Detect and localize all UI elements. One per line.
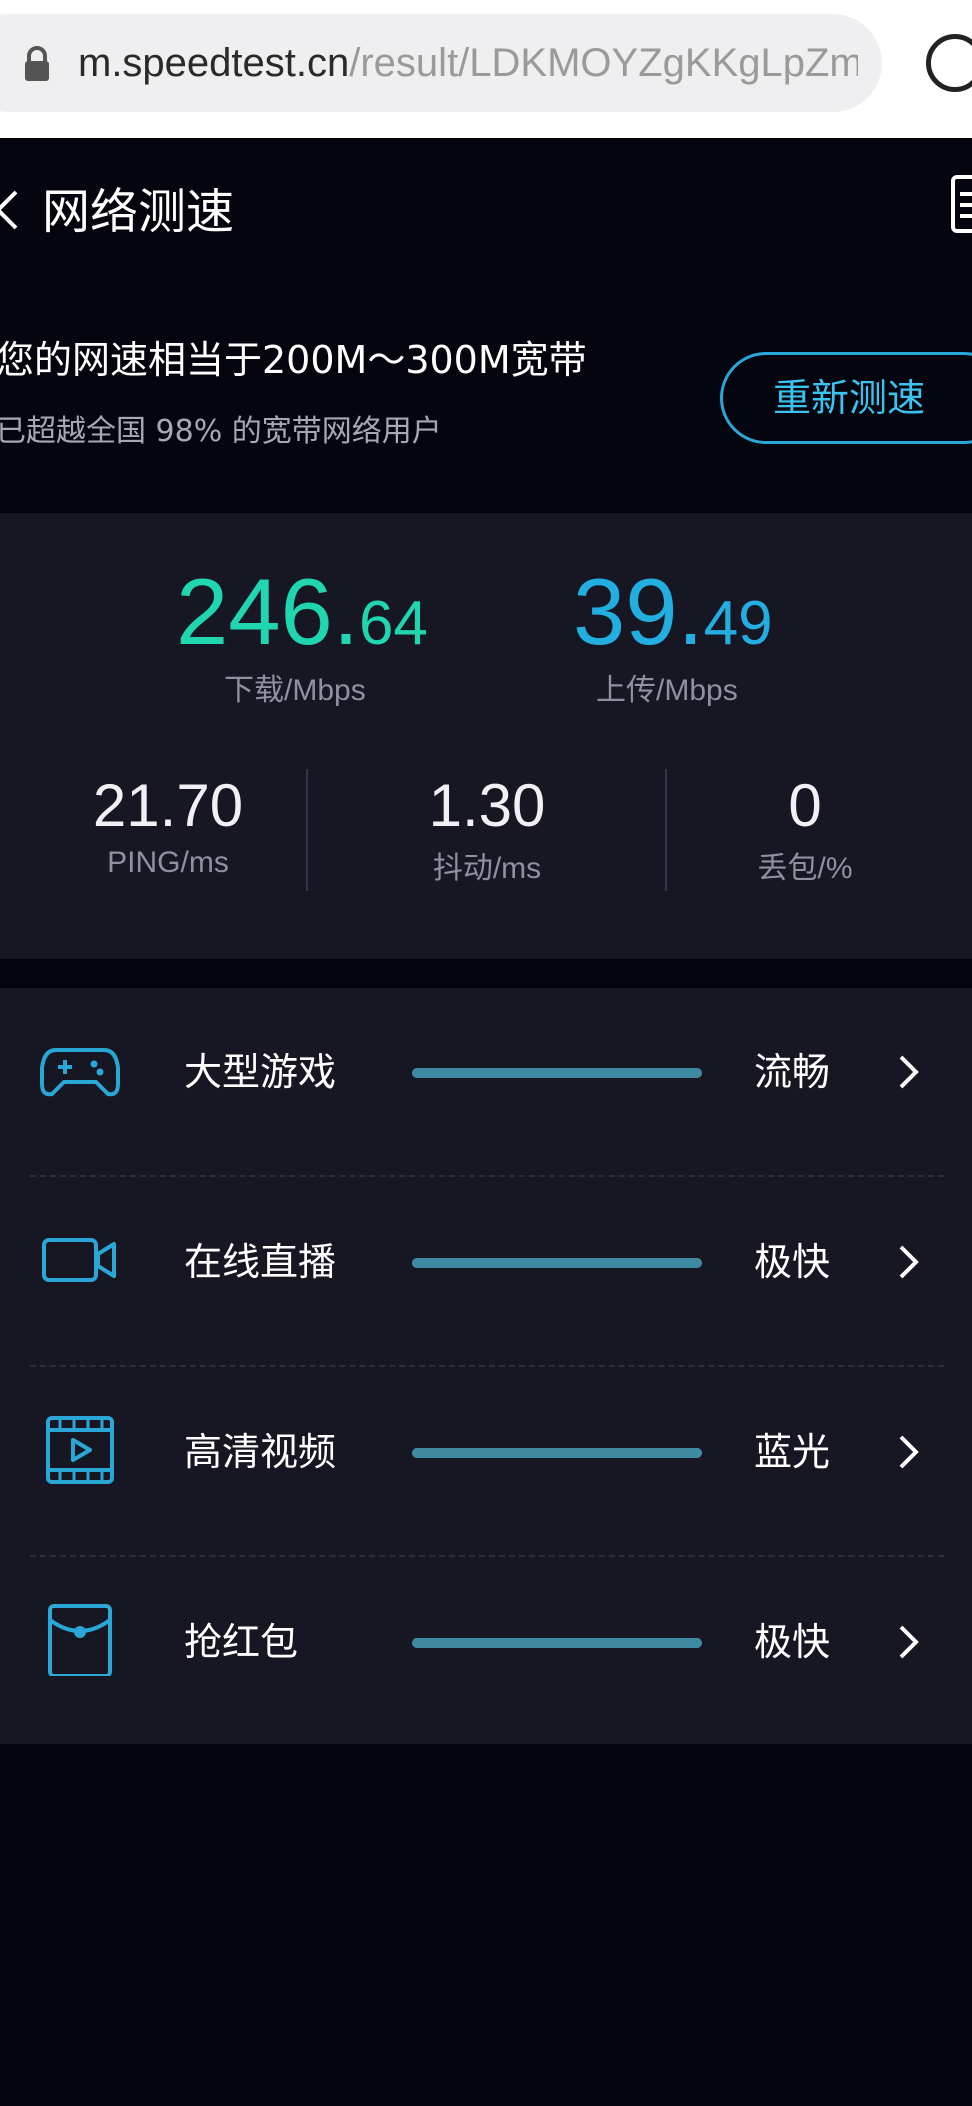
chevron-right-icon xyxy=(899,1435,919,1469)
url-field[interactable]: m.speedtest.cn/result/LDKMOYZgKKgLpZm3 xyxy=(0,14,882,112)
scenario-row-red-envelope[interactable]: 抢红包 极快 xyxy=(0,1558,972,1748)
red-envelope-icon xyxy=(48,1604,112,1676)
scenario-list: 大型游戏 流畅 在线直播 极快 高清视频 蓝光 抢红包 极快 xyxy=(0,988,972,1744)
back-arrow-icon[interactable] xyxy=(0,188,20,232)
ping-label: PING/ms xyxy=(107,846,229,879)
scenario-name: 大型游戏 xyxy=(184,1050,337,1094)
quality-bar-fill xyxy=(412,1448,702,1458)
chevron-right-icon xyxy=(899,1625,919,1659)
scenario-level: 流畅 xyxy=(754,1050,831,1094)
quality-bar-fill xyxy=(412,1258,702,1268)
quality-bar-fill xyxy=(412,1068,702,1078)
upload-label: 上传/Mbps xyxy=(596,674,738,707)
scenario-row-live[interactable]: 在线直播 极快 xyxy=(0,1178,972,1368)
tab-switcher-icon[interactable] xyxy=(926,34,972,92)
scenario-name: 高清视频 xyxy=(184,1430,337,1474)
scenario-row-gaming[interactable]: 大型游戏 流畅 xyxy=(0,988,972,1178)
upload-speed: 39.49 xyxy=(573,557,773,667)
loss-metric: 0 丢包/% xyxy=(645,769,965,889)
quality-bar xyxy=(412,1638,702,1648)
upload-speed-int: 39. xyxy=(573,559,704,664)
row-divider xyxy=(30,1175,944,1177)
gamepad-icon xyxy=(40,1048,120,1097)
quality-bar-fill xyxy=(412,1638,702,1648)
video-camera-icon xyxy=(42,1238,116,1282)
row-divider xyxy=(30,1365,944,1367)
row-divider xyxy=(30,1555,944,1557)
jitter-label: 抖动/ms xyxy=(432,852,542,885)
url-text: m.speedtest.cn/result/LDKMOYZgKKgLpZm3 xyxy=(78,36,858,90)
upload-speed-dec: 49 xyxy=(703,589,773,658)
scenario-level: 极快 xyxy=(754,1620,831,1664)
quality-bar xyxy=(412,1258,702,1268)
ping-value: 21.70 xyxy=(92,772,244,839)
loss-value: 0 xyxy=(788,772,822,839)
jitter-value: 1.30 xyxy=(428,772,546,839)
scenario-row-hd-video[interactable]: 高清视频 蓝光 xyxy=(0,1368,972,1558)
scenario-level: 极快 xyxy=(754,1240,831,1284)
loss-label: 丢包/% xyxy=(757,852,853,885)
download-speed: 246.64 xyxy=(176,557,428,667)
scenario-name: 抢红包 xyxy=(184,1620,299,1664)
browser-address-bar: m.speedtest.cn/result/LDKMOYZgKKgLpZm3 xyxy=(0,0,972,138)
scenario-name: 在线直播 xyxy=(184,1240,337,1284)
url-path: /result/LDKMOYZgKKgLpZm3 xyxy=(349,41,858,85)
app-header: 网络测速 xyxy=(0,138,972,290)
download-label: 下载/Mbps xyxy=(224,674,366,707)
scenario-level: 蓝光 xyxy=(754,1430,831,1474)
jitter-metric: 1.30 抖动/ms xyxy=(327,769,647,889)
history-document-icon[interactable] xyxy=(950,174,972,234)
chevron-right-icon xyxy=(899,1055,919,1089)
film-play-icon xyxy=(46,1416,114,1484)
ping-metric: 21.70 PING/ms xyxy=(8,769,328,883)
quality-bar xyxy=(412,1068,702,1078)
summary-subtitle: 已超越全国 98% 的宽带网络用户 xyxy=(0,414,442,449)
summary-title: 您的网速相当于200M～300M宽带 xyxy=(0,338,587,382)
chevron-right-icon xyxy=(899,1245,919,1279)
page-title: 网络测速 xyxy=(42,184,235,240)
quality-bar xyxy=(412,1448,702,1458)
metric-divider xyxy=(306,769,308,891)
lock-icon xyxy=(25,46,49,81)
retest-button[interactable]: 重新测速 xyxy=(720,352,972,444)
download-speed-int: 246. xyxy=(176,559,359,664)
url-host: m.speedtest.cn xyxy=(78,41,350,85)
download-speed-dec: 64 xyxy=(358,589,428,658)
results-card: 246.64 下载/Mbps 39.49 上传/Mbps 21.70 PING/… xyxy=(0,513,972,959)
